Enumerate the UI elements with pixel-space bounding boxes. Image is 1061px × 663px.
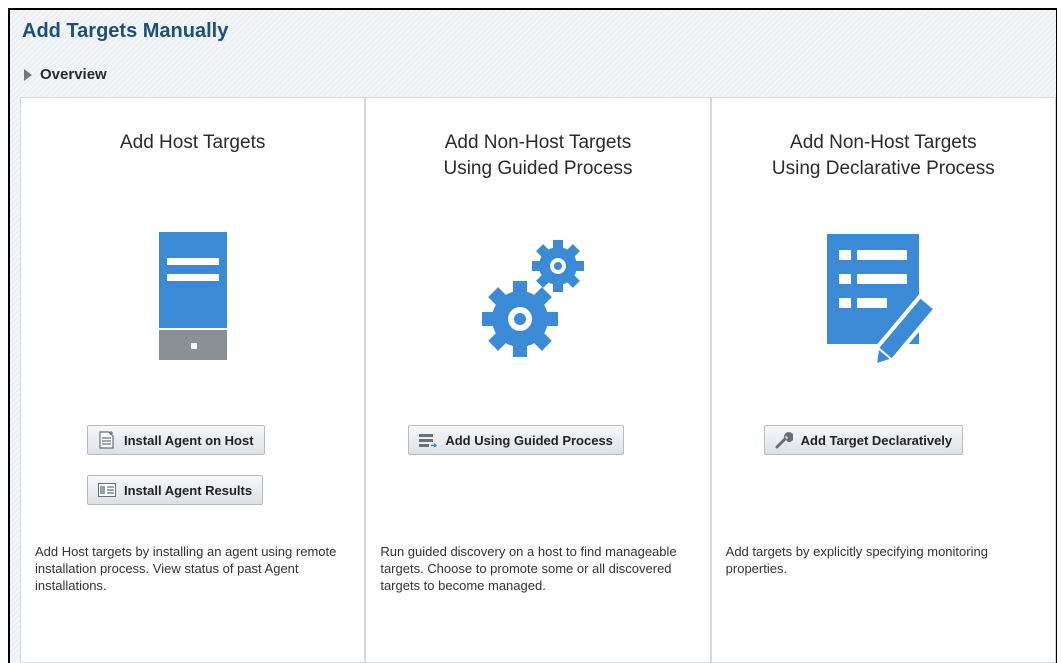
- overview-toggle[interactable]: Overview: [24, 66, 107, 83]
- add-using-guided-process-button[interactable]: Add Using Guided Process: [408, 425, 624, 455]
- page-title: Add Targets Manually: [22, 20, 229, 42]
- guided-process-icon: [419, 431, 438, 449]
- add-target-declaratively-label: Add Target Declaratively: [800, 432, 953, 448]
- panel-title-guided: Add Non-Host Targets Using Guided Proces…: [443, 132, 633, 179]
- form-edit-icon: [712, 228, 1055, 378]
- document-add-icon: [98, 431, 116, 449]
- panel-host-targets: Add Host Targets Install Agent on Host I…: [20, 97, 366, 663]
- panel-declarative-process: Add Non-Host Targets Using Declarative P…: [710, 97, 1056, 663]
- overview-label: Overview: [40, 66, 107, 83]
- panels-container: Add Host Targets Install Agent on Host I…: [20, 97, 1056, 663]
- panel-description-guided: Run guided discovery on a host to find m…: [380, 544, 677, 593]
- page-frame: Add Targets Manually Overview Add Host T…: [8, 8, 1057, 663]
- server-icon: [21, 228, 364, 378]
- install-agent-results-button[interactable]: Install Agent Results: [87, 475, 264, 505]
- panel-title-host: Add Host Targets: [119, 132, 266, 153]
- expand-triangle-icon: [24, 68, 32, 81]
- panel-guided-process: Add Non-Host Targets Using Guided Proces…: [365, 97, 711, 663]
- install-agent-on-host-label: Install Agent on Host: [124, 432, 254, 448]
- panel-description-host: Add Host targets by installing an agent …: [35, 544, 337, 593]
- add-target-declaratively-button[interactable]: Add Target Declaratively: [763, 425, 964, 455]
- wrench-icon: [775, 431, 793, 449]
- results-list-icon: [98, 481, 116, 499]
- install-agent-results-label: Install Agent Results: [124, 482, 253, 498]
- install-agent-on-host-button[interactable]: Install Agent on Host: [87, 425, 265, 455]
- add-using-guided-process-label: Add Using Guided Process: [445, 432, 613, 448]
- panel-title-declarative: Add Non-Host Targets Using Declarative P…: [771, 132, 995, 179]
- panel-description-declarative: Add targets by explicitly specifying mon…: [725, 544, 988, 576]
- gears-icon: [366, 228, 709, 378]
